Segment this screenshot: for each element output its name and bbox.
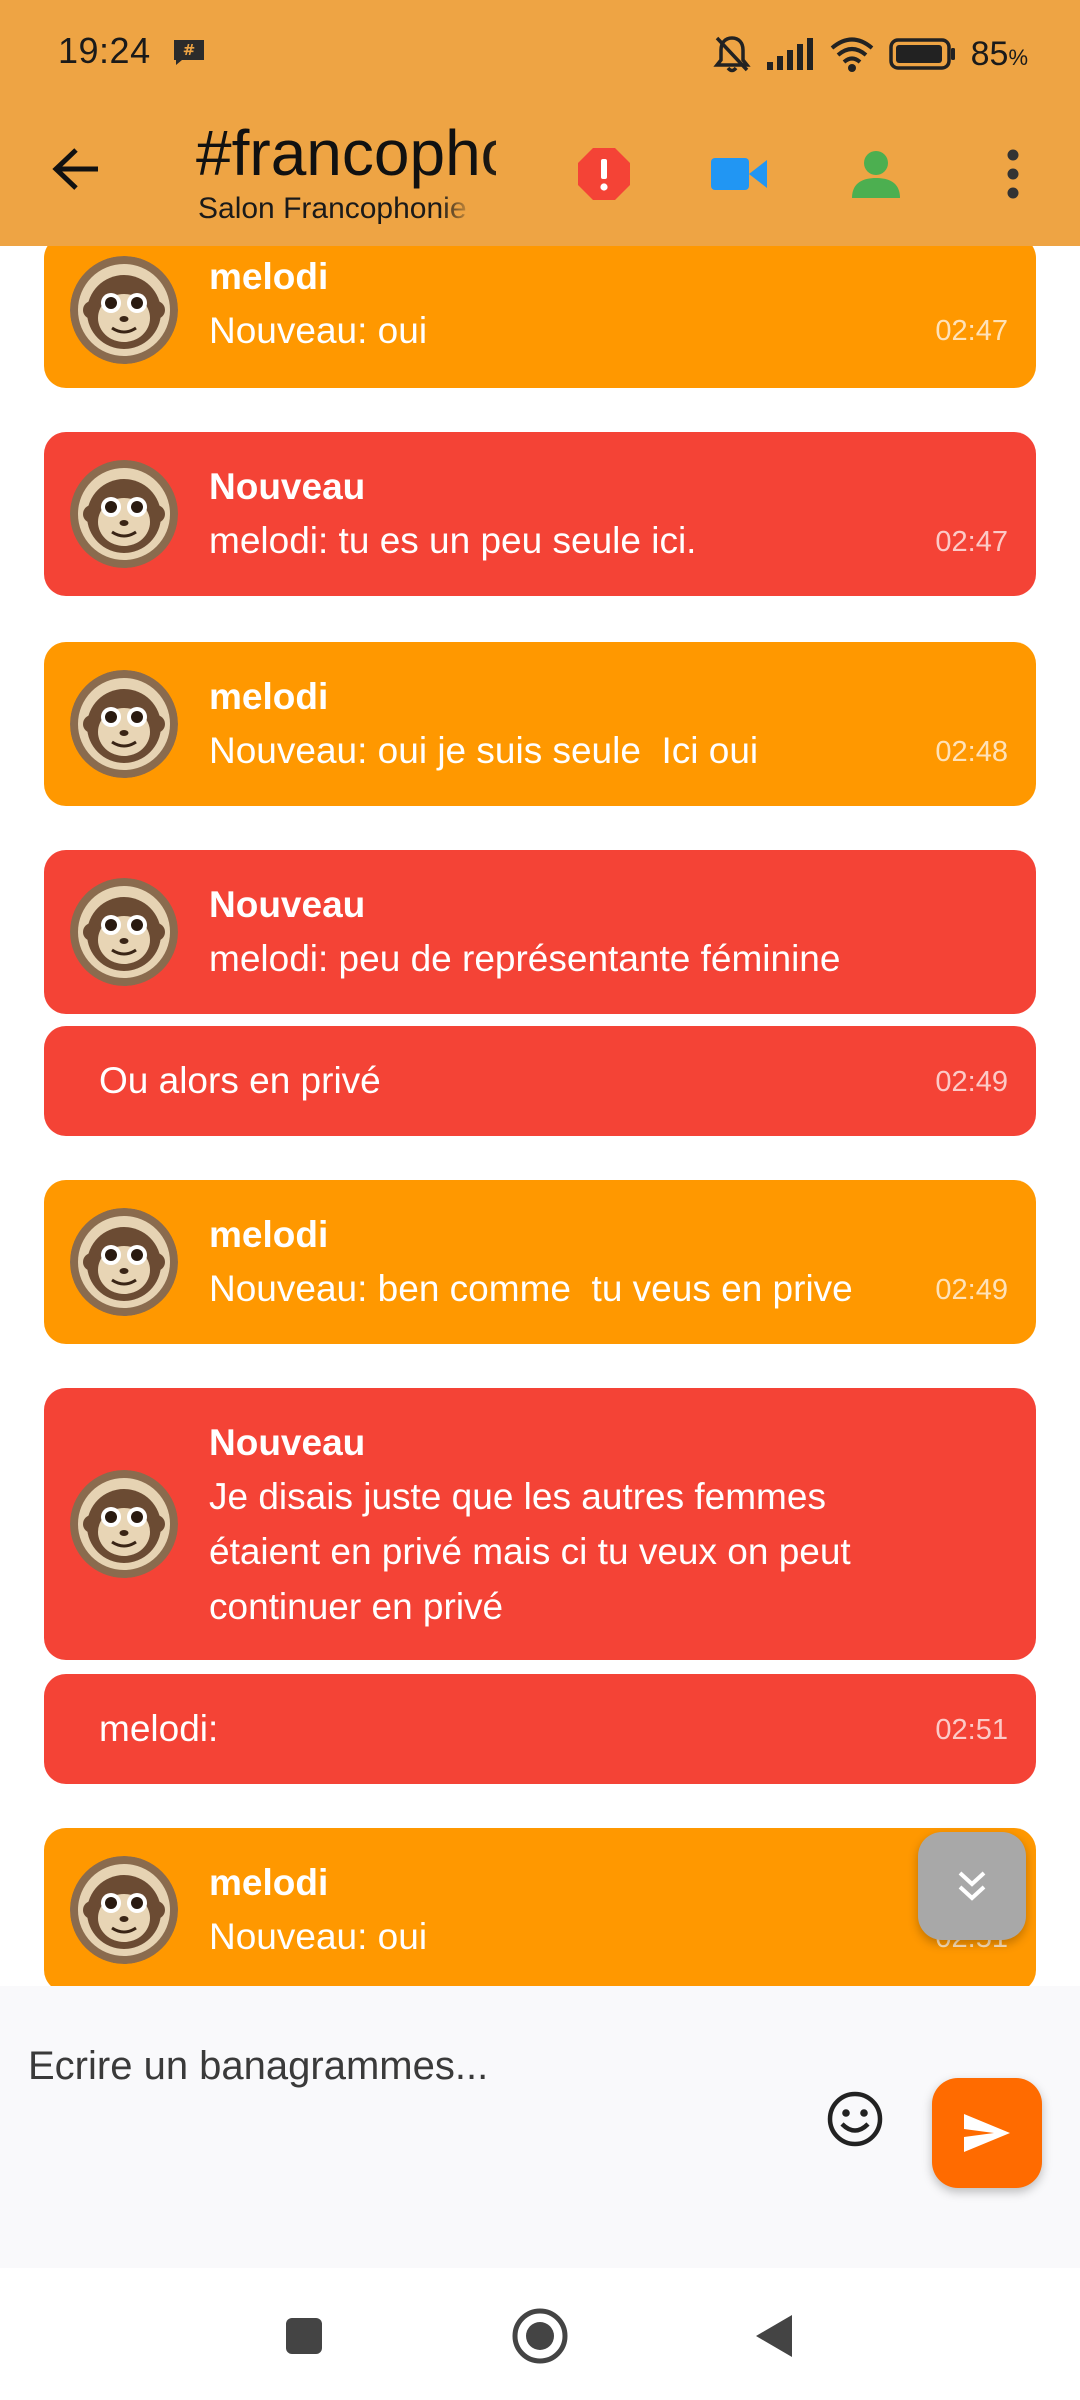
message-time: 02:47 xyxy=(935,315,1008,347)
send-icon xyxy=(964,2114,1010,2152)
bell-off-icon xyxy=(712,36,751,73)
scroll-to-bottom-button[interactable] xyxy=(918,1832,1026,1940)
monkey-avatar-icon xyxy=(70,1856,178,1964)
home-button[interactable] xyxy=(500,2296,580,2376)
status-icons: 85% xyxy=(712,30,1028,78)
system-back-button[interactable] xyxy=(734,2296,814,2376)
message-bubble[interactable]: melodi Nouveau: oui 02:47 xyxy=(44,246,1036,388)
message-text: melodi: tu es un peu seule ici. xyxy=(209,520,697,561)
message-bubble[interactable]: melodi: 02:51 xyxy=(44,1674,1036,1784)
message-list[interactable]: melodi Nouveau: oui 02:47 Nouveau melodi… xyxy=(0,246,1080,1986)
message-bubble[interactable]: melodi Nouveau: oui 02:51 xyxy=(44,1828,1036,1986)
signal-icon xyxy=(766,38,813,70)
message-time: 02:49 xyxy=(935,1274,1008,1306)
person-icon xyxy=(852,151,900,198)
channel-title-area[interactable]: #francophonie Salon Francophonie xyxy=(196,110,496,246)
avatar xyxy=(70,1470,178,1578)
message-sender: melodi xyxy=(209,676,329,717)
monkey-avatar-icon xyxy=(70,256,178,364)
alert-button[interactable] xyxy=(568,138,640,210)
emoji-icon xyxy=(827,2091,883,2147)
recents-square-icon xyxy=(286,2318,322,2354)
more-options-button[interactable] xyxy=(977,138,1049,210)
video-camera-icon xyxy=(711,158,767,190)
message-sender: Nouveau xyxy=(209,1422,366,1463)
send-button[interactable] xyxy=(932,2078,1042,2188)
message-time: 02:48 xyxy=(935,736,1008,768)
back-arrow-icon xyxy=(52,148,98,190)
message-bubble[interactable]: Nouveau melodi: peu de représentante fém… xyxy=(44,850,1036,1014)
message-bubble[interactable]: Ou alors en privé 02:49 xyxy=(44,1026,1036,1136)
avatar xyxy=(70,1208,178,1316)
avatar xyxy=(70,256,178,364)
avatar xyxy=(70,878,178,986)
message-bubble[interactable]: melodi Nouveau: ben comme tu veus en pri… xyxy=(44,1180,1036,1344)
avatar xyxy=(70,460,178,568)
message-text: melodi: xyxy=(99,1708,219,1749)
message-text: Nouveau: oui xyxy=(209,1916,428,1957)
more-vert-icon xyxy=(1007,149,1019,199)
status-time: 19:24 xyxy=(58,30,151,71)
wifi-icon xyxy=(830,37,873,72)
emoji-button[interactable] xyxy=(822,2086,888,2152)
chat-notification-icon: # xyxy=(174,40,204,65)
channel-title: #francophonie xyxy=(196,117,496,189)
battery-icon xyxy=(888,38,955,70)
battery-percentage: 85% xyxy=(970,34,1028,73)
app-header: 19:24 # 85% #francoph Salon Francophonie xyxy=(0,0,1080,246)
monkey-avatar-icon xyxy=(70,1208,178,1316)
message-sender: melodi xyxy=(209,1862,329,1903)
message-bubble[interactable]: Nouveau melodi: tu es un peu seule ici. … xyxy=(44,432,1036,596)
message-sender: melodi xyxy=(209,256,329,297)
message-text: Je disais juste que les autres femmes ét… xyxy=(209,1476,851,1627)
system-navigation-bar xyxy=(0,2268,1080,2400)
avatar xyxy=(70,1856,178,1964)
user-list-button[interactable] xyxy=(840,138,912,210)
message-composer xyxy=(0,1986,1080,2268)
message-bubble[interactable]: Nouveau Je disais juste que les autres f… xyxy=(44,1388,1036,1660)
monkey-avatar-icon xyxy=(70,878,178,986)
alert-icon xyxy=(578,148,630,200)
message-sender: melodi xyxy=(209,1214,329,1255)
message-sender: Nouveau xyxy=(209,466,366,507)
monkey-avatar-icon xyxy=(70,670,178,778)
monkey-avatar-icon xyxy=(70,1470,178,1578)
home-circle-icon xyxy=(512,2308,568,2364)
channel-subtitle: Salon Francophonie xyxy=(198,192,467,225)
status-bar: 19:24 # 85% xyxy=(0,0,1080,110)
video-call-button[interactable] xyxy=(703,138,775,210)
message-text: melodi: peu de représentante féminine xyxy=(209,938,841,979)
message-text: Nouveau: ben comme tu veus en prive xyxy=(209,1268,853,1309)
message-time: 02:47 xyxy=(935,526,1008,558)
avatar xyxy=(70,670,178,778)
back-button[interactable] xyxy=(40,132,114,206)
back-triangle-icon xyxy=(756,2315,792,2357)
message-bubble[interactable]: melodi Nouveau: oui je suis seule Ici ou… xyxy=(44,642,1036,806)
message-text: Nouveau: oui xyxy=(209,310,428,351)
message-time: 02:51 xyxy=(935,1714,1008,1746)
message-text: Nouveau: oui je suis seule Ici oui xyxy=(209,730,759,771)
message-text: Ou alors en privé xyxy=(99,1060,381,1101)
message-sender: Nouveau xyxy=(209,884,366,925)
double-chevron-down-icon xyxy=(958,1871,986,1901)
app-bar: #francophonie Salon Francophonie xyxy=(0,110,1080,246)
monkey-avatar-icon xyxy=(70,460,178,568)
svg-text:#: # xyxy=(183,41,196,59)
message-input[interactable] xyxy=(28,2026,788,2106)
message-time: 02:49 xyxy=(935,1066,1008,1098)
recents-button[interactable] xyxy=(264,2296,344,2376)
